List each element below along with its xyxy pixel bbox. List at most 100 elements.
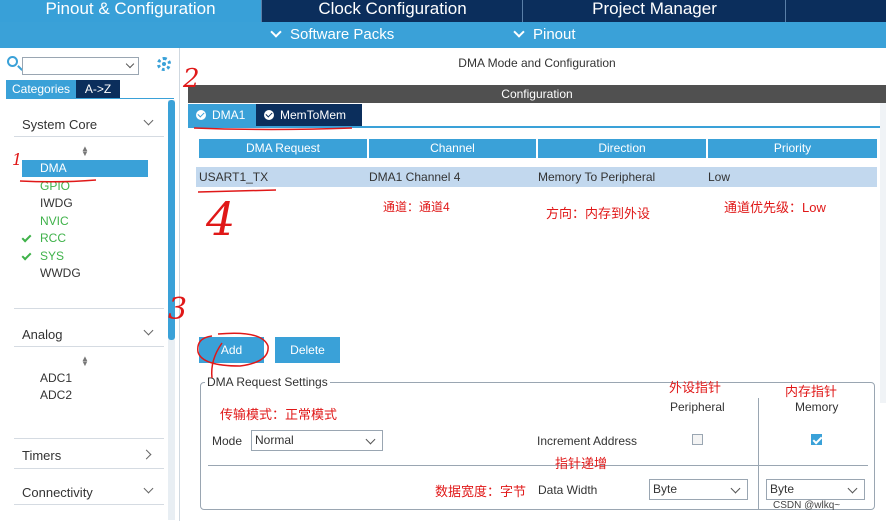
tab-dma1[interactable]: DMA1 — [188, 104, 256, 126]
tab-categories[interactable]: Categories — [6, 80, 77, 98]
divider — [14, 136, 164, 137]
pinout-label: Pinout — [533, 26, 576, 43]
increment-address-label: Increment Address — [537, 434, 638, 448]
sidebar-item-label: WWDG — [40, 266, 81, 280]
search-input[interactable] — [22, 57, 139, 75]
increment-peripheral-checkbox[interactable] — [692, 434, 703, 445]
check-circle-icon — [196, 110, 206, 120]
column-header-direction[interactable]: Direction — [538, 139, 706, 158]
divider — [14, 468, 164, 469]
tab-a-to-z[interactable]: A->Z — [76, 80, 121, 98]
sidebar-item-rcc[interactable]: RCC — [21, 230, 148, 247]
sidebar-item-label: NVIC — [40, 213, 69, 228]
top-tab-bar: Pinout & Configuration Clock Configurati… — [0, 0, 886, 22]
category-tabs: Categories A->Z — [6, 80, 121, 98]
cell-channel: DMA1 Channel 4 — [369, 170, 461, 184]
dma-tabs: DMA1 MemToMem — [188, 104, 362, 126]
sidebar-item-wwdg[interactable]: WWDG — [22, 265, 148, 282]
cell-direction: Memory To Peripheral — [538, 170, 656, 184]
divider — [208, 465, 868, 466]
column-header-priority[interactable]: Priority — [708, 139, 877, 158]
list-item-adc2[interactable]: ADC2 — [22, 387, 148, 404]
search-row — [0, 52, 180, 76]
left-panel: Categories A->Z System Core ▲ ▼ DMA GPIO IW… — [0, 48, 180, 521]
sub-menu-bar: Software Packs Pinout — [0, 22, 886, 48]
sidebar-item-nvic[interactable]: NVIC — [22, 213, 148, 230]
sidebar-item-label: RCC — [40, 231, 66, 245]
tab-clock-configuration[interactable]: Clock Configuration — [263, 0, 523, 22]
memory-data-width-select[interactable]: Byte — [766, 479, 865, 500]
column-header-dma-request[interactable]: DMA Request — [199, 139, 367, 158]
annotation-data-width: 数据宽度：字节 — [435, 484, 527, 499]
peripheral-label: Peripheral — [670, 400, 725, 414]
cell-priority: Low — [708, 170, 731, 184]
sidebar-item-label: IWDG — [40, 196, 73, 210]
chevron-down-icon — [143, 325, 154, 336]
annotation-memory-pointer: 内存指针 — [785, 384, 838, 399]
divider — [14, 308, 164, 309]
section-connectivity[interactable]: Connectivity — [14, 482, 164, 502]
chevron-down-icon — [513, 26, 525, 38]
tab-project-manager[interactable]: Project Manager — [524, 0, 786, 22]
tab-label: MemToMem — [280, 108, 347, 122]
mode-select[interactable]: Normal — [251, 430, 383, 451]
sidebar-item-dma[interactable]: DMA — [22, 160, 148, 177]
list-item-adc1[interactable]: ADC1 — [22, 370, 148, 387]
watermark: CSDN @wlkq~ — [773, 500, 841, 511]
pinout-menu[interactable]: Pinout — [513, 26, 576, 43]
gear-icon[interactable] — [157, 57, 171, 71]
chevron-down-icon — [270, 26, 282, 38]
search-icon[interactable] — [7, 56, 18, 67]
settings-title: DMA Request Settings — [205, 375, 330, 389]
mode-label: Mode — [212, 434, 243, 448]
peripheral-data-width-select[interactable]: Byte — [649, 479, 748, 500]
configuration-bar: Configuration — [188, 85, 886, 103]
mode-value: Normal — [255, 433, 294, 447]
underline-tabs — [193, 127, 353, 131]
section-analog[interactable]: Analog — [14, 324, 164, 344]
data-width-label: Data Width — [538, 483, 598, 497]
divider — [14, 346, 164, 347]
check-icon — [21, 232, 32, 243]
divider — [758, 398, 759, 510]
section-label: Connectivity — [22, 485, 93, 500]
delete-button[interactable]: Delete — [275, 337, 340, 363]
software-packs-label: Software Packs — [290, 26, 395, 43]
tab-memtomem[interactable]: MemToMem — [256, 104, 362, 126]
annotation-peripheral-pointer: 外设指针 — [669, 380, 722, 395]
chevron-right-icon — [141, 449, 152, 460]
check-circle-icon — [264, 110, 274, 120]
memory-width-value: Byte — [770, 482, 795, 496]
chevron-down-icon — [365, 434, 376, 445]
sidebar-item-sys[interactable]: SYS — [21, 248, 148, 265]
section-label: Timers — [22, 448, 62, 463]
sidebar-item-iwdg[interactable]: IWDG — [22, 195, 148, 212]
add-button[interactable]: Add — [199, 337, 264, 363]
tab-underline — [6, 98, 174, 99]
section-timers[interactable]: Timers — [14, 445, 164, 465]
sidebar-item-gpio[interactable]: GPIO — [22, 178, 148, 195]
sort-icon[interactable]: ▲ ▼ — [80, 355, 90, 368]
section-label: System Core — [22, 117, 98, 132]
sidebar-item-label: SYS — [40, 248, 65, 263]
software-packs-menu[interactable]: Software Packs — [270, 26, 395, 43]
increment-memory-checkbox[interactable] — [811, 434, 822, 445]
right-scrollbar[interactable] — [880, 103, 886, 403]
section-system-core[interactable]: System Core — [14, 114, 164, 134]
chevron-down-icon[interactable] — [125, 59, 135, 69]
divider — [14, 438, 164, 439]
table-row[interactable] — [196, 167, 877, 187]
peripheral-width-value: Byte — [653, 482, 678, 496]
panel-title: DMA Mode and Configuration — [458, 56, 616, 70]
tab-underline — [188, 126, 886, 128]
chevron-down-icon — [847, 483, 858, 494]
chevron-down-icon — [143, 115, 154, 126]
column-header-channel[interactable]: Channel — [369, 139, 536, 158]
annotation-number-4: 4 — [206, 192, 236, 246]
annotation-number-3: 3 — [168, 292, 188, 327]
tab-pinout-configuration[interactable]: Pinout & Configuration — [0, 0, 262, 22]
sort-icon[interactable]: ▲ ▼ — [80, 145, 90, 158]
annotation-pointer-increment: 指针递增 — [555, 456, 608, 471]
annotation-number-1: 1 — [12, 150, 23, 169]
annotation-priority: 通道优先级：Low — [724, 200, 826, 215]
